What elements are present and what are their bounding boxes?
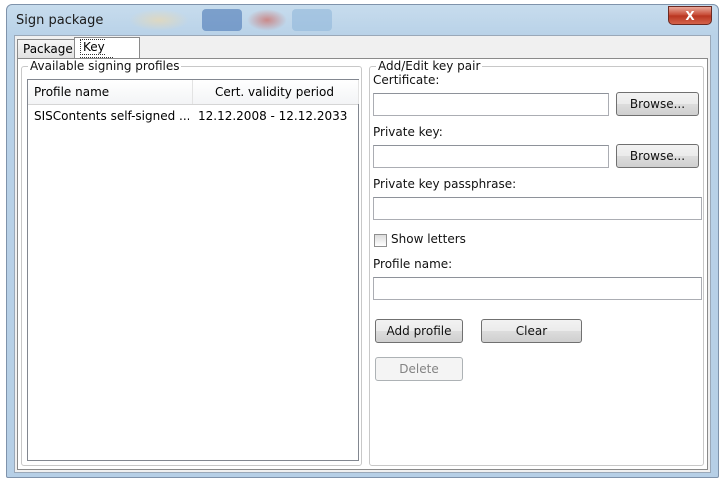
add-edit-key-pair-group: Add/Edit key pair Certificate: Browse...… <box>369 59 704 466</box>
tab-key-pairs[interactable]: Key pairs <box>74 37 140 73</box>
close-button[interactable]: X <box>668 6 712 25</box>
dialog-client-area: Package Key pairs Available signing prof… <box>14 35 711 473</box>
passphrase-field[interactable] <box>373 197 702 220</box>
show-letters-label[interactable]: Show letters <box>391 232 466 246</box>
profile-name-cell: SISContents self-signed ... <box>34 109 189 123</box>
show-letters-checkbox[interactable] <box>374 234 387 247</box>
titlebar-glass-decoration <box>247 9 287 31</box>
passphrase-label: Private key passphrase: <box>373 177 517 191</box>
clear-button[interactable]: Clear <box>481 319 582 343</box>
column-header-profile-name[interactable]: Profile name <box>34 80 109 104</box>
private-key-field[interactable] <box>373 145 609 168</box>
titlebar-glass-decoration <box>129 9 189 31</box>
list-header: Profile name Cert. validity period <box>28 80 359 105</box>
title-bar[interactable]: Sign package X <box>7 5 718 35</box>
group-label: Add/Edit key pair <box>376 59 483 73</box>
private-key-label: Private key: <box>373 125 443 139</box>
close-icon: X <box>685 9 695 23</box>
browse-certificate-button[interactable]: Browse... <box>616 92 699 116</box>
validity-cell: 12.12.2008 - 12.12.2033 <box>198 109 348 123</box>
available-signing-profiles-group: Available signing profiles Profile name … <box>21 59 362 466</box>
tab-package-label: Package <box>23 42 73 56</box>
table-row[interactable]: SISContents self-signed ... 12.12.2008 -… <box>28 106 358 126</box>
delete-button[interactable]: Delete <box>375 357 463 381</box>
window-title: Sign package <box>16 13 104 28</box>
certificate-field[interactable] <box>373 93 609 116</box>
titlebar-glass-decoration <box>292 9 332 31</box>
column-separator[interactable] <box>358 80 359 104</box>
column-header-validity[interactable]: Cert. validity period <box>215 80 334 104</box>
profile-name-field[interactable] <box>373 277 702 300</box>
tab-package[interactable]: Package <box>17 39 75 58</box>
titlebar-glass-decoration <box>202 9 242 31</box>
column-separator[interactable] <box>192 80 193 104</box>
certificate-label: Certificate: <box>373 73 440 87</box>
group-label: Available signing profiles <box>28 59 182 73</box>
sign-package-window: Sign package X Package Key pairs Availab… <box>6 4 719 478</box>
profile-name-label: Profile name: <box>373 257 453 271</box>
browse-private-key-button[interactable]: Browse... <box>616 144 699 168</box>
profiles-list[interactable]: Profile name Cert. validity period SISCo… <box>27 79 359 461</box>
add-profile-button[interactable]: Add profile <box>375 319 463 343</box>
key-pairs-tab-page: Available signing profiles Profile name … <box>17 58 708 470</box>
